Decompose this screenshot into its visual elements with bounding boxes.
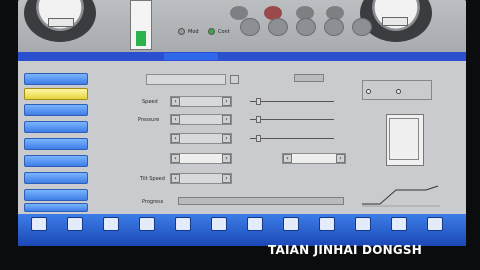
sidebar — [18, 63, 92, 213]
decrement-icon[interactable]: ‹ — [283, 154, 292, 163]
function-key-10[interactable] — [348, 216, 378, 244]
increment-icon[interactable]: › — [222, 174, 231, 183]
function-key-3[interactable] — [96, 216, 126, 244]
tank-level-fill — [136, 31, 146, 46]
sidebar-item[interactable] — [24, 73, 88, 85]
slider-handle[interactable] — [256, 98, 261, 105]
progress-label: Progress — [142, 199, 164, 205]
sidebar-item[interactable] — [24, 104, 88, 116]
top-function-button[interactable] — [352, 18, 372, 36]
speed-curve — [362, 185, 440, 207]
right-panel — [360, 74, 444, 207]
function-key-icon — [319, 217, 335, 231]
function-key-4[interactable] — [132, 216, 162, 244]
parameter-slider[interactable] — [250, 135, 334, 142]
decrement-icon[interactable]: ‹ — [171, 134, 180, 143]
option-left-radio[interactable] — [366, 89, 371, 94]
increment-icon[interactable]: › — [222, 154, 231, 163]
option-right-radio[interactable] — [396, 89, 401, 94]
function-key-icon — [175, 217, 191, 231]
mode-label-manual: Mod — [188, 29, 199, 35]
pressure-gauge-left — [24, 0, 96, 42]
level-chart-frame — [389, 118, 419, 160]
function-key-icon — [391, 217, 407, 231]
sidebar-item-active[interactable] — [24, 88, 88, 100]
function-key-5[interactable] — [168, 216, 198, 244]
speed-stepper[interactable]: ‹ › — [170, 96, 232, 107]
pressure-label: Pressure — [138, 117, 160, 123]
function-key-11[interactable] — [384, 216, 414, 244]
function-key-1[interactable] — [24, 216, 54, 244]
top-function-button[interactable] — [268, 18, 288, 36]
level-chart — [386, 114, 424, 166]
mode-label-continuous: Cont — [218, 29, 230, 35]
function-key-6[interactable] — [204, 216, 234, 244]
decrement-icon[interactable]: ‹ — [171, 97, 180, 106]
tilt-speed-stepper[interactable]: ‹ › — [170, 173, 232, 184]
extra-stepper[interactable]: ‹ › — [282, 153, 346, 164]
function-key-icon — [103, 217, 119, 231]
tilt-speed-label: Tilt Speed — [140, 176, 165, 182]
top-function-button[interactable] — [324, 18, 344, 36]
decrement-icon[interactable]: ‹ — [171, 174, 180, 183]
tab-active[interactable] — [164, 53, 218, 60]
function-key-icon — [139, 217, 155, 231]
slider-handle[interactable] — [256, 135, 261, 142]
function-key-icon — [427, 217, 443, 231]
hmi-screen: Mod Cont Speed ‹ › Pressure ‹ › ‹ › ‹ › … — [18, 0, 466, 246]
sidebar-item[interactable] — [24, 172, 88, 184]
tank-level-indicator — [130, 0, 152, 50]
function-key-icon — [211, 217, 227, 231]
function-key-12[interactable] — [420, 216, 450, 244]
header-strip: Mod Cont — [18, 0, 466, 52]
sidebar-item[interactable] — [24, 189, 88, 201]
tab-bar — [18, 52, 466, 61]
watermark-text: TAIAN JINHAI DONGSH — [268, 243, 422, 257]
top-right-select[interactable] — [294, 74, 324, 82]
increment-icon[interactable]: › — [336, 154, 345, 163]
progress-bar — [178, 197, 344, 205]
sidebar-item[interactable] — [24, 155, 88, 167]
mode-indicator-continuous[interactable] — [208, 28, 215, 35]
function-key-icon — [283, 217, 299, 231]
top-field-button[interactable] — [230, 75, 239, 84]
increment-icon[interactable]: › — [222, 97, 231, 106]
decrement-icon[interactable]: ‹ — [171, 154, 180, 163]
top-function-button[interactable] — [296, 18, 316, 36]
gauge-readout-right — [382, 17, 408, 26]
pressure-gauge-right — [360, 0, 432, 42]
function-key-8[interactable] — [276, 216, 306, 244]
function-key-2[interactable] — [60, 216, 90, 244]
function-key-icon — [355, 217, 371, 231]
pressure-stepper[interactable]: ‹ › — [170, 114, 232, 125]
increment-icon[interactable]: › — [222, 115, 231, 124]
function-key-icon — [31, 217, 47, 231]
parameter-stepper[interactable]: ‹ › — [170, 133, 232, 144]
gauge-readout-left — [48, 18, 74, 27]
sidebar-item[interactable] — [24, 203, 88, 212]
slider-handle[interactable] — [256, 116, 261, 123]
function-key-bar — [18, 214, 466, 246]
top-field[interactable] — [146, 74, 226, 85]
function-key-icon — [247, 217, 263, 231]
function-key-9[interactable] — [312, 216, 342, 244]
function-key-7[interactable] — [240, 216, 270, 244]
top-function-button[interactable] — [240, 18, 260, 36]
parameter-form: Speed ‹ › Pressure ‹ › ‹ › ‹ › ‹ › Tilt … — [98, 64, 350, 214]
parameter-stepper[interactable]: ‹ › — [170, 153, 232, 164]
pressure-slider[interactable] — [250, 116, 334, 123]
sidebar-item[interactable] — [24, 121, 88, 133]
sidebar-item[interactable] — [24, 138, 88, 150]
function-key-icon — [67, 217, 83, 231]
speed-slider[interactable] — [250, 98, 334, 105]
speed-label: Speed — [142, 99, 158, 105]
increment-icon[interactable]: › — [222, 134, 231, 143]
decrement-icon[interactable]: ‹ — [171, 115, 180, 124]
mode-indicator-manual[interactable] — [178, 28, 185, 35]
